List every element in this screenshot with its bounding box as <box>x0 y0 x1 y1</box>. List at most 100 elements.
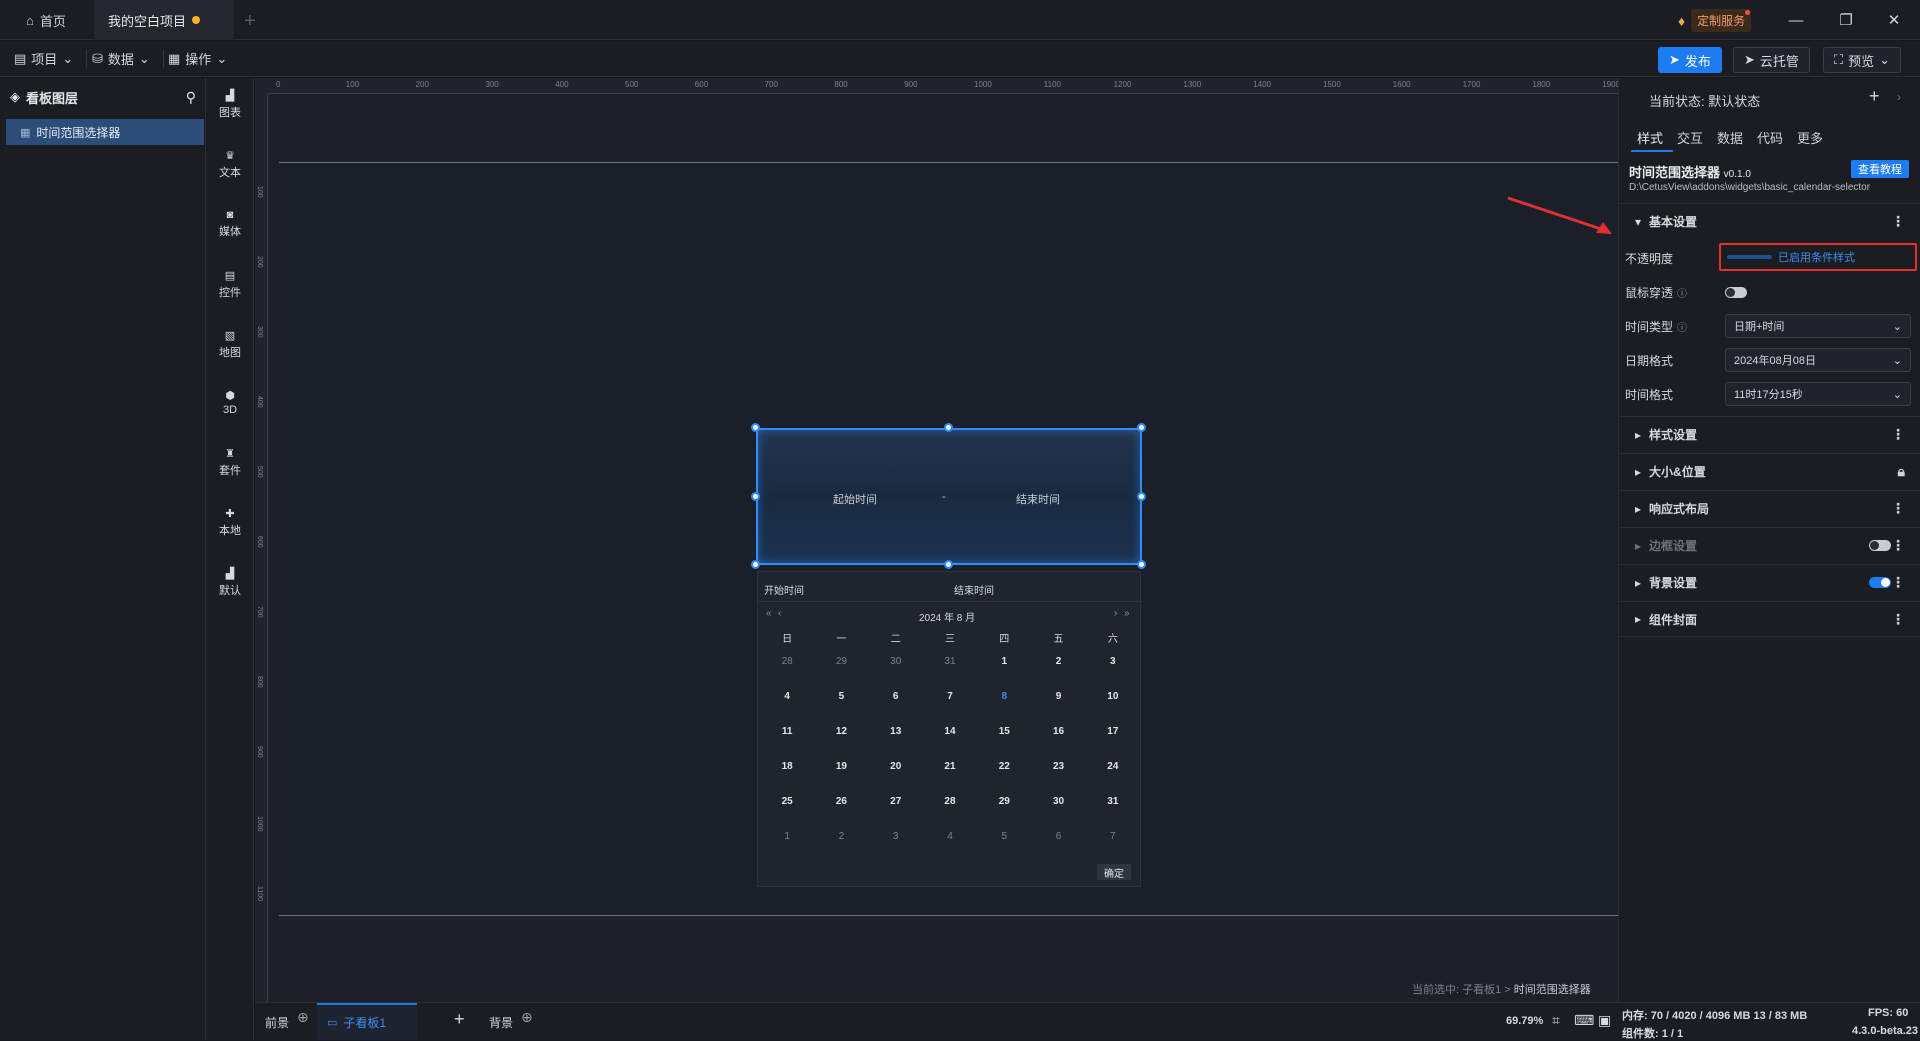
preview-button[interactable]: ⛶ 预览 ⌄ <box>1823 47 1902 73</box>
subboard-tab[interactable]: ▭ 子看板1 <box>317 1003 417 1040</box>
calendar-day[interactable]: 25 <box>760 796 814 807</box>
menu-operate[interactable]: ▦ 操作 ⌄ <box>168 49 227 68</box>
calendar-day[interactable]: 3 <box>869 831 923 842</box>
tool-control[interactable]: ▤ 控件 <box>206 258 254 310</box>
more-icon[interactable]: ⋮ <box>1891 500 1905 517</box>
cloud-host-button[interactable]: ➤ 云托管 <box>1733 47 1810 73</box>
add-tab-icon[interactable]: + <box>244 10 256 33</box>
calendar-day[interactable]: 2 <box>1031 656 1085 667</box>
restore-icon[interactable]: ❐ <box>1826 8 1866 32</box>
calendar-day[interactable]: 31 <box>923 656 977 667</box>
calendar-day[interactable]: 6 <box>869 691 923 702</box>
calendar-day[interactable]: 29 <box>814 656 868 667</box>
tab-project[interactable]: 我的空白项目 <box>94 0 234 40</box>
time-format-select[interactable]: 11时17分15秒 ⌄ <box>1725 382 1911 406</box>
time-range-widget[interactable]: 起始时间 - 结束时间 <box>756 428 1142 565</box>
resize-handle[interactable] <box>944 560 953 569</box>
calendar-day[interactable]: 20 <box>869 761 923 772</box>
tutorial-button[interactable]: 查看教程 <box>1851 160 1909 178</box>
calendar-day[interactable]: 22 <box>977 761 1031 772</box>
opacity-field[interactable]: 已启用条件样式 <box>1719 243 1917 271</box>
calendar-day[interactable]: 21 <box>923 761 977 772</box>
calendar-day[interactable]: 27 <box>869 796 923 807</box>
calendar-day[interactable]: 5 <box>814 691 868 702</box>
menu-data[interactable]: ⛁ 数据 ⌄ <box>92 49 164 68</box>
minimize-icon[interactable]: — <box>1776 8 1816 32</box>
calendar-day[interactable]: 30 <box>1031 796 1085 807</box>
calendar-day[interactable]: 7 <box>923 691 977 702</box>
menu-project[interactable]: ▤ 项目 ⌄ <box>14 49 88 68</box>
vertical-ruler[interactable]: 100 200 300 400 500 600 700 800 900 1000 1100 <box>255 94 268 1002</box>
search-icon[interactable]: ⚲ <box>186 89 196 106</box>
more-icon[interactable]: ⋮ <box>1891 611 1905 628</box>
calendar-day[interactable]: 31 <box>1086 796 1140 807</box>
resize-handle[interactable] <box>751 492 760 501</box>
add-icon[interactable]: + <box>454 1009 465 1030</box>
calendar-day[interactable]: 24 <box>1086 761 1140 772</box>
tool-chart[interactable]: ▟ 图表 <box>206 78 254 130</box>
add-state-icon[interactable]: + <box>1869 86 1880 107</box>
tab-data[interactable]: 数据 <box>1717 128 1743 147</box>
date-format-select[interactable]: 2024年08月08日 ⌄ <box>1725 348 1911 372</box>
calendar-day[interactable]: 3 <box>1086 656 1140 667</box>
tab-home[interactable]: ⌂ 首页 <box>12 0 94 40</box>
calendar-day[interactable]: 1 <box>760 831 814 842</box>
add-circle-icon[interactable]: ⊕ <box>297 1009 309 1026</box>
calendar-day[interactable]: 12 <box>814 726 868 737</box>
section-background[interactable]: ▸ 背景设置 ⋮ <box>1619 564 1920 600</box>
calendar-start-label[interactable]: 开始时间 <box>764 582 804 597</box>
section-size-position[interactable]: ▸ 大小&位置 🔒︎ <box>1619 453 1920 489</box>
tool-text[interactable]: ♛ 文本 <box>206 138 254 190</box>
add-circle-icon[interactable]: ⊕ <box>521 1009 533 1026</box>
calendar-end-label[interactable]: 结束时间 <box>954 582 994 597</box>
next-year-icon[interactable]: » <box>1124 608 1130 619</box>
terminal-icon[interactable]: ▣ <box>1598 1012 1611 1029</box>
calendar-day[interactable]: 4 <box>760 691 814 702</box>
calendar-day[interactable]: 29 <box>977 796 1031 807</box>
section-cover[interactable]: ▸ 组件封面 ⋮ <box>1619 601 1920 637</box>
confirm-button[interactable]: 确定 <box>1097 864 1131 880</box>
border-toggle[interactable] <box>1869 540 1891 551</box>
more-icon[interactable]: ⋮ <box>1891 213 1905 230</box>
tool-3d[interactable]: ⬢ 3D <box>206 376 254 428</box>
calendar-day[interactable]: 10 <box>1086 691 1140 702</box>
calendar-day[interactable]: 6 <box>1031 831 1085 842</box>
resize-handle[interactable] <box>751 423 760 432</box>
calendar-day[interactable]: 7 <box>1086 831 1140 842</box>
next-month-icon[interactable]: › <box>1114 608 1117 619</box>
calendar-day[interactable]: 5 <box>977 831 1031 842</box>
tool-map[interactable]: ▧ 地图 <box>206 318 254 370</box>
zoom-level[interactable]: 69.79% <box>1506 1015 1543 1027</box>
tool-kit[interactable]: ♜ 套件 <box>206 436 254 488</box>
tool-default[interactable]: ▟ 默认 <box>206 556 254 608</box>
calendar-day[interactable]: 4 <box>923 831 977 842</box>
calendar-day[interactable]: 9 <box>1031 691 1085 702</box>
resize-handle[interactable] <box>1137 423 1146 432</box>
calendar-day[interactable]: 14 <box>923 726 977 737</box>
calendar-day[interactable]: 23 <box>1031 761 1085 772</box>
state-value[interactable]: 默认状态 <box>1708 94 1760 109</box>
calendar-day[interactable]: 15 <box>977 726 1031 737</box>
resize-handle[interactable] <box>944 423 953 432</box>
calendar-day[interactable]: 30 <box>869 656 923 667</box>
keyboard-icon[interactable]: ⌨ <box>1574 1012 1594 1029</box>
tool-local[interactable]: ✚ 本地 <box>206 496 254 548</box>
tab-interaction[interactable]: 交互 <box>1677 128 1703 147</box>
calendar-day[interactable]: 19 <box>814 761 868 772</box>
tab-style[interactable]: 样式 <box>1637 128 1663 147</box>
background-toggle[interactable] <box>1869 577 1891 588</box>
calendar-day[interactable]: 17 <box>1086 726 1140 737</box>
calendar-day[interactable]: 16 <box>1031 726 1085 737</box>
help-icon[interactable]: ⓘ <box>1677 285 1687 300</box>
calendar-day[interactable]: 13 <box>869 726 923 737</box>
fit-screen-icon[interactable]: ⌗ <box>1552 1012 1560 1029</box>
lock-icon[interactable]: 🔒︎ <box>1898 463 1905 480</box>
custom-service-button[interactable]: ♦ 定制服务 <box>1678 9 1752 32</box>
calendar-day[interactable]: 2 <box>814 831 868 842</box>
mouse-through-toggle[interactable] <box>1725 287 1747 298</box>
background-tab[interactable]: 背景 <box>489 1014 513 1031</box>
calendar-day[interactable]: 1 <box>977 656 1031 667</box>
tab-more[interactable]: 更多 <box>1797 128 1823 147</box>
calendar-day[interactable]: 11 <box>760 726 814 737</box>
close-icon[interactable]: ✕ <box>1874 8 1914 32</box>
